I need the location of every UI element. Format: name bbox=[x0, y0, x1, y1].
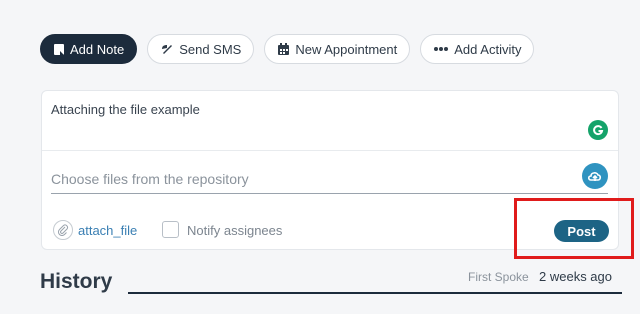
grammarly-icon[interactable] bbox=[588, 120, 608, 140]
post-button[interactable]: Post bbox=[554, 220, 609, 242]
note-icon bbox=[54, 43, 64, 55]
tab-label: Add Note bbox=[70, 41, 125, 57]
tab-add-note[interactable]: Add Note bbox=[40, 34, 138, 64]
tab-label: New Appointment bbox=[295, 41, 398, 57]
dots-icon bbox=[434, 47, 449, 51]
note-textarea[interactable]: Attaching the file example bbox=[51, 102, 200, 117]
notify-assignees-label: Notify assignees bbox=[187, 223, 283, 238]
action-tabs: Add Note Send SMS New Appointment Add Ac… bbox=[40, 34, 535, 64]
attach-file-link[interactable]: attach_file bbox=[78, 223, 137, 238]
tab-new-appointment[interactable]: New Appointment bbox=[264, 34, 411, 64]
first-spoke-value: 2 weeks ago bbox=[539, 269, 612, 284]
calendar-icon bbox=[278, 42, 290, 55]
tab-send-sms[interactable]: Send SMS bbox=[147, 34, 255, 64]
tab-label: Add Activity bbox=[454, 41, 522, 57]
history-title: History bbox=[40, 270, 113, 293]
first-spoke-label: First Spoke bbox=[468, 270, 529, 284]
sms-icon bbox=[162, 45, 173, 54]
file-picker[interactable]: Choose files from the repository bbox=[51, 161, 608, 194]
divider bbox=[42, 150, 618, 151]
tab-label: Send SMS bbox=[179, 41, 242, 57]
cloud-upload-icon[interactable] bbox=[582, 163, 608, 189]
paperclip-icon[interactable] bbox=[53, 220, 73, 240]
tab-add-activity[interactable]: Add Activity bbox=[420, 34, 535, 64]
history-divider bbox=[128, 292, 622, 294]
notify-assignees-checkbox[interactable] bbox=[162, 221, 179, 238]
file-picker-placeholder: Choose files from the repository bbox=[51, 171, 249, 187]
